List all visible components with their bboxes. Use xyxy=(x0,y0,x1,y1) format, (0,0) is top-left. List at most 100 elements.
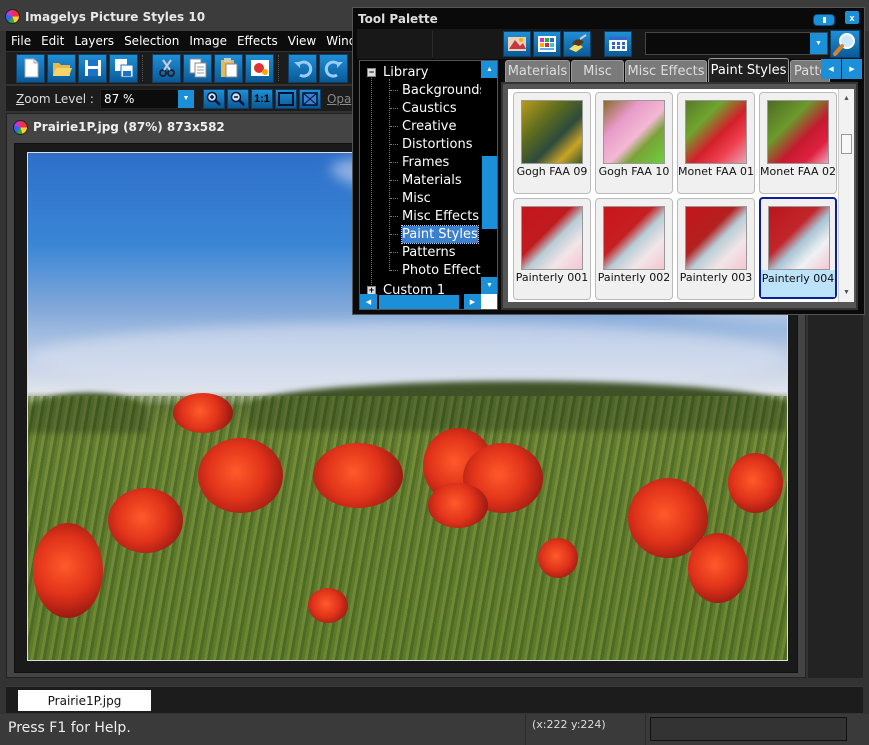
tree-connector xyxy=(390,108,398,109)
tree-item-paint-styles[interactable]: Paint Styles xyxy=(401,225,479,244)
tree-item-photo-effects[interactable]: Photo Effects xyxy=(402,262,487,279)
style-tile[interactable]: Gogh FAA 09 xyxy=(513,92,591,194)
style-tile[interactable]: Painterly 001 xyxy=(513,198,591,300)
tab-paint-styles[interactable]: Paint Styles xyxy=(708,58,789,82)
zoom-level-select[interactable]: 87 % ▼ xyxy=(99,88,195,109)
undo-button[interactable] xyxy=(288,53,317,83)
save-all-icon xyxy=(114,59,133,78)
fit-to-screen-icon xyxy=(302,91,318,106)
brush-tool-button[interactable] xyxy=(563,31,591,57)
tree-item-distortions[interactable]: Distortions xyxy=(402,136,472,153)
palette-search-input[interactable] xyxy=(646,33,810,54)
gallery-grid: Gogh FAA 09 Gogh FAA 10 Monet FAA 01 Mon… xyxy=(508,89,838,302)
tool-palette-window: Tool Palette x ▼ − Library Backgrounds C… xyxy=(352,7,865,315)
paste-button[interactable] xyxy=(214,53,243,83)
style-tile[interactable]: Painterly 002 xyxy=(595,198,673,300)
tab-misc[interactable]: Misc xyxy=(571,60,624,82)
zoom-label-accelerator: Z xyxy=(16,91,25,106)
workspace-background xyxy=(808,300,863,678)
scroll-down-icon[interactable]: ▼ xyxy=(481,277,497,294)
zoom-out-button[interactable] xyxy=(226,88,249,109)
style-thumbnail xyxy=(685,206,747,270)
menu-view[interactable]: View xyxy=(283,34,321,48)
opacity-label: Opa xyxy=(326,91,352,106)
menu-selection[interactable]: Selection xyxy=(119,34,184,48)
tree-item-misc-effects[interactable]: Misc Effects xyxy=(402,208,479,225)
style-thumbnail xyxy=(521,100,583,164)
scroll-right-icon[interactable]: ▶ xyxy=(464,294,481,309)
gallery-scrollbar[interactable]: ▲ ▼ xyxy=(838,89,854,302)
document-tab[interactable]: Prairie1P.jpg xyxy=(18,690,151,711)
tab-scroll-left-icon[interactable]: ◀ xyxy=(821,59,841,79)
style-tile[interactable]: Painterly 003 xyxy=(677,198,755,300)
tree-item-materials[interactable]: Materials xyxy=(402,172,462,189)
scroll-up-icon[interactable]: ▲ xyxy=(839,91,854,106)
tree-horizontal-scrollbar[interactable]: ◀ ▶ xyxy=(360,294,481,309)
status-divider xyxy=(525,714,526,745)
actual-size-button[interactable]: 1:1 xyxy=(250,88,273,109)
status-help-text: Press F1 for Help. xyxy=(8,720,131,736)
tab-misc-effects[interactable]: Misc Effects xyxy=(625,60,707,82)
tree-item-patterns[interactable]: Patterns xyxy=(402,244,456,261)
collapse-icon[interactable]: − xyxy=(367,68,376,77)
tree-vertical-scrollbar[interactable]: ▲ ▼ xyxy=(481,61,497,294)
menu-image[interactable]: Image xyxy=(184,34,232,48)
tree-item-caustics[interactable]: Caustics xyxy=(402,100,457,117)
tree-item-library[interactable]: Library xyxy=(383,64,428,81)
poppy-flower xyxy=(198,438,283,513)
cut-button[interactable] xyxy=(152,53,181,83)
style-tile-selected[interactable]: Painterly 004 xyxy=(759,197,837,299)
zoom-in-button[interactable] xyxy=(202,88,225,109)
open-button[interactable] xyxy=(47,53,76,83)
copy-button[interactable] xyxy=(183,53,212,83)
chevron-down-icon[interactable]: ▼ xyxy=(177,89,194,108)
scroll-down-icon[interactable]: ▼ xyxy=(839,285,854,300)
tree-item-creative[interactable]: Creative xyxy=(402,118,457,135)
style-thumbnail xyxy=(521,206,583,270)
chevron-down-icon[interactable]: ▼ xyxy=(810,33,827,54)
zoom-level-label: Zoom Level : xyxy=(16,92,98,106)
scroll-up-icon[interactable]: ▲ xyxy=(481,61,497,78)
style-tile[interactable]: Monet FAA 01 xyxy=(677,92,755,194)
style-label: Gogh FAA 10 xyxy=(598,165,670,178)
style-tile[interactable]: Monet FAA 02 xyxy=(759,92,837,194)
style-label: Monet FAA 02 xyxy=(760,165,836,178)
search-button[interactable] xyxy=(830,30,860,58)
window-grid-icon xyxy=(609,37,627,51)
scrollbar-thumb[interactable] xyxy=(482,156,497,229)
poppy-flower xyxy=(728,453,783,513)
tree-item-misc[interactable]: Misc xyxy=(402,190,431,207)
scrollbar-corner xyxy=(481,294,497,309)
tab-materials[interactable]: Materials xyxy=(505,60,570,82)
poppy-flower xyxy=(313,443,403,508)
scroll-left-icon[interactable]: ◀ xyxy=(360,294,377,309)
palette-layout-button[interactable] xyxy=(604,31,632,57)
tab-scroll-right-icon[interactable]: ▶ xyxy=(842,59,862,79)
tree-item-frames[interactable]: Frames xyxy=(402,154,449,171)
zoom-label-text: oom Level : xyxy=(24,91,94,106)
save-button[interactable] xyxy=(78,53,107,83)
style-thumbnail xyxy=(603,206,665,270)
menu-layers[interactable]: Layers xyxy=(69,34,119,48)
painting-icon xyxy=(508,37,526,51)
gallery-view-button[interactable] xyxy=(533,31,561,57)
fit-screen-button[interactable] xyxy=(298,88,321,109)
close-palette-button[interactable]: x xyxy=(845,11,859,24)
tree-item-backgrounds[interactable]: Backgrounds xyxy=(402,82,486,99)
pin-icon[interactable] xyxy=(813,14,835,26)
style-tile[interactable]: Gogh FAA 10 xyxy=(595,92,673,194)
paint-styles-button[interactable] xyxy=(503,31,531,57)
palette-search-combo[interactable]: ▼ xyxy=(645,32,828,55)
insert-image-button[interactable] xyxy=(245,53,274,83)
menu-edit[interactable]: Edit xyxy=(36,34,69,48)
save-all-button[interactable] xyxy=(109,53,138,83)
category-tree: − Library Backgrounds Caustics Creative … xyxy=(359,60,498,310)
scrollbar-thumb[interactable] xyxy=(379,295,459,309)
redo-button[interactable] xyxy=(319,53,348,83)
document-tab-bar: Prairie1P.jpg xyxy=(6,686,863,713)
fit-window-button[interactable] xyxy=(274,88,297,109)
menu-effects[interactable]: Effects xyxy=(232,34,283,48)
scrollbar-thumb[interactable] xyxy=(841,134,852,154)
menu-file[interactable]: File xyxy=(6,34,36,48)
new-button[interactable] xyxy=(16,53,45,83)
